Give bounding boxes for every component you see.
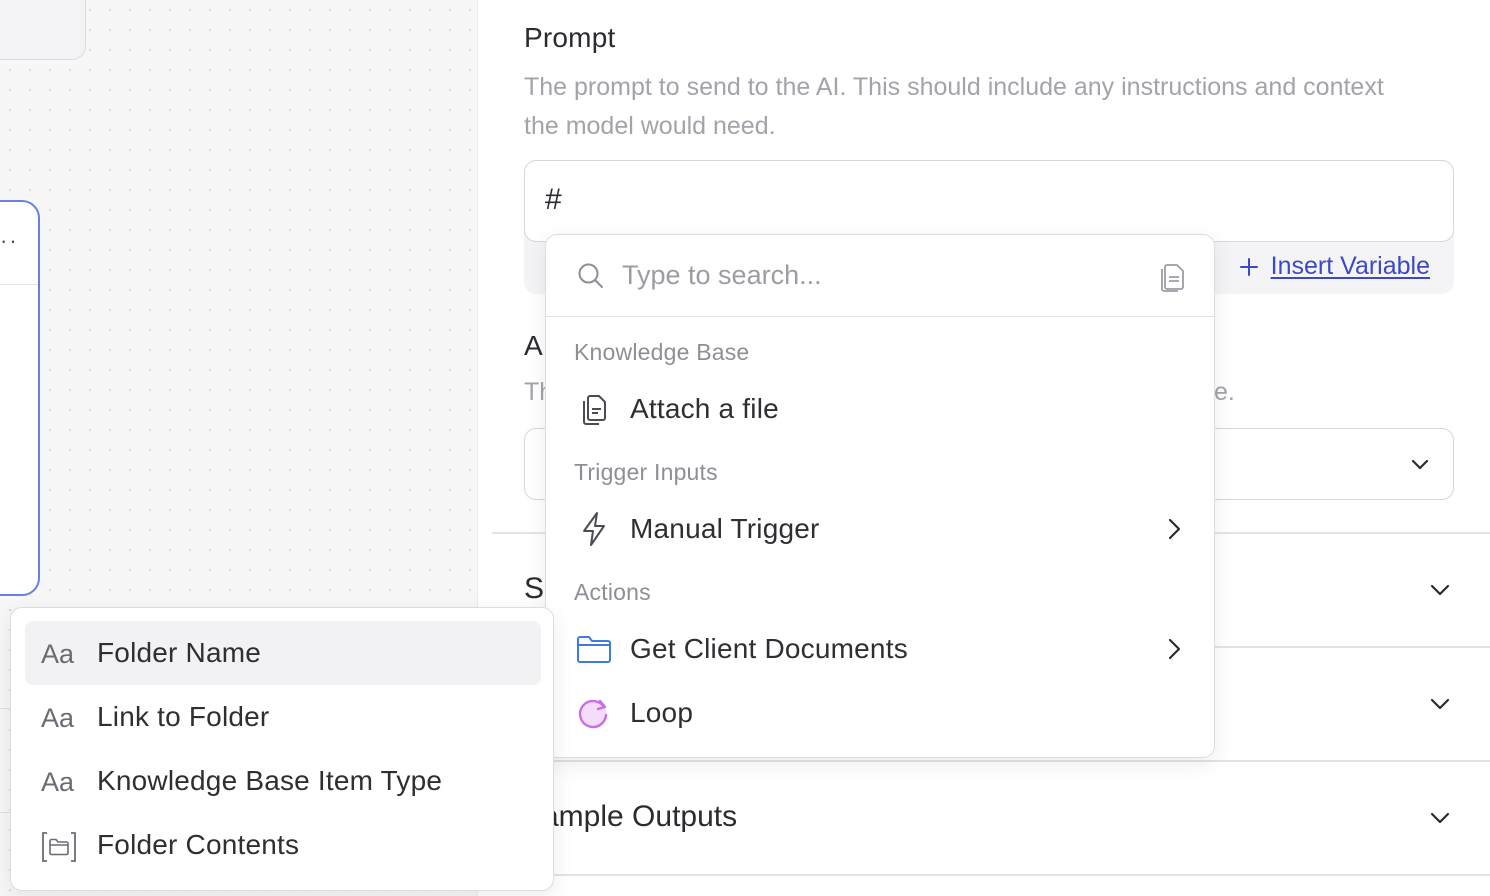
divider — [492, 874, 1490, 876]
search-bar — [546, 235, 1214, 317]
second-field-label: A — [524, 330, 543, 361]
second-field-description-end: e. — [1214, 378, 1235, 406]
dropdown-item-loop[interactable]: Loop — [546, 683, 1214, 743]
submenu-item-folder-name[interactable]: Aa Folder Name — [25, 621, 541, 685]
chevron-right-icon — [1168, 638, 1181, 660]
submenu-item-folder-contents[interactable]: Folder Contents — [25, 813, 541, 877]
variable-submenu: Aa Folder Name Aa Link to Folder Aa Know… — [10, 607, 554, 891]
chevron-right-icon — [1168, 518, 1181, 540]
loop-icon — [576, 695, 612, 731]
submenu-item-label: Folder Contents — [97, 829, 300, 860]
text-type-icon: Aa — [41, 703, 75, 733]
chevron-down-icon[interactable] — [1426, 804, 1454, 832]
prompt-input[interactable]: # — [524, 160, 1454, 242]
group-title-trigger-inputs: Trigger Inputs — [574, 459, 718, 485]
dropdown-item-get-client-documents[interactable]: Get Client Documents — [546, 619, 1214, 679]
prompt-description: The prompt to send to the AI. This shoul… — [524, 73, 1384, 140]
insert-variable-button[interactable]: Insert Variable — [1239, 252, 1430, 281]
chevron-down-icon[interactable] — [1426, 690, 1454, 718]
group-title-actions: Actions — [574, 579, 651, 605]
dropdown-item-manual-trigger[interactable]: Manual Trigger — [546, 499, 1214, 559]
accordion-title-1: S — [524, 572, 545, 605]
dropdown-item-label: Get Client Documents — [630, 633, 908, 664]
chevron-down-icon[interactable] — [1426, 576, 1454, 604]
dropdown-item-label: Manual Trigger — [630, 513, 820, 544]
dropdown-item-label: Loop — [630, 697, 694, 728]
lightning-icon — [576, 511, 612, 547]
folder-list-icon — [41, 831, 81, 862]
chevron-down-icon — [1411, 459, 1429, 470]
workflow-node-selected[interactable] — [0, 200, 40, 596]
dropdown-item-label: Attach a file — [630, 393, 779, 424]
search-input[interactable] — [622, 255, 1122, 295]
copy-file-icon[interactable] — [1158, 259, 1188, 293]
search-icon — [578, 263, 603, 288]
sample-outputs-title: ample Outputs — [542, 800, 738, 833]
submenu-item-label: Folder Name — [97, 637, 262, 668]
group-title-knowledge-base: Knowledge Base — [574, 339, 750, 365]
dropdown-item-attach-file[interactable]: Attach a file — [546, 379, 1214, 439]
text-type-icon: Aa — [41, 639, 75, 669]
submenu-item-label: Link to Folder — [97, 701, 270, 732]
insert-variable-label: Insert Variable — [1270, 252, 1430, 280]
variable-search-dropdown: Knowledge Base Attach a file Trigger Inp… — [545, 234, 1215, 758]
text-type-icon: Aa — [41, 767, 75, 797]
node-menu-icon[interactable]: ·· — [0, 228, 19, 254]
file-icon — [576, 391, 612, 427]
plus-icon — [1239, 257, 1258, 276]
submenu-item-link-to-folder[interactable]: Aa Link to Folder — [25, 685, 541, 749]
submenu-item-label: Knowledge Base Item Type — [97, 765, 443, 796]
workflow-node-upper[interactable] — [0, 0, 86, 60]
node-divider — [0, 284, 38, 285]
folder-icon — [576, 631, 612, 667]
submenu-item-knowledge-base-item-type[interactable]: Aa Knowledge Base Item Type — [25, 749, 541, 813]
divider — [492, 760, 1490, 762]
prompt-label: Prompt — [524, 22, 616, 53]
